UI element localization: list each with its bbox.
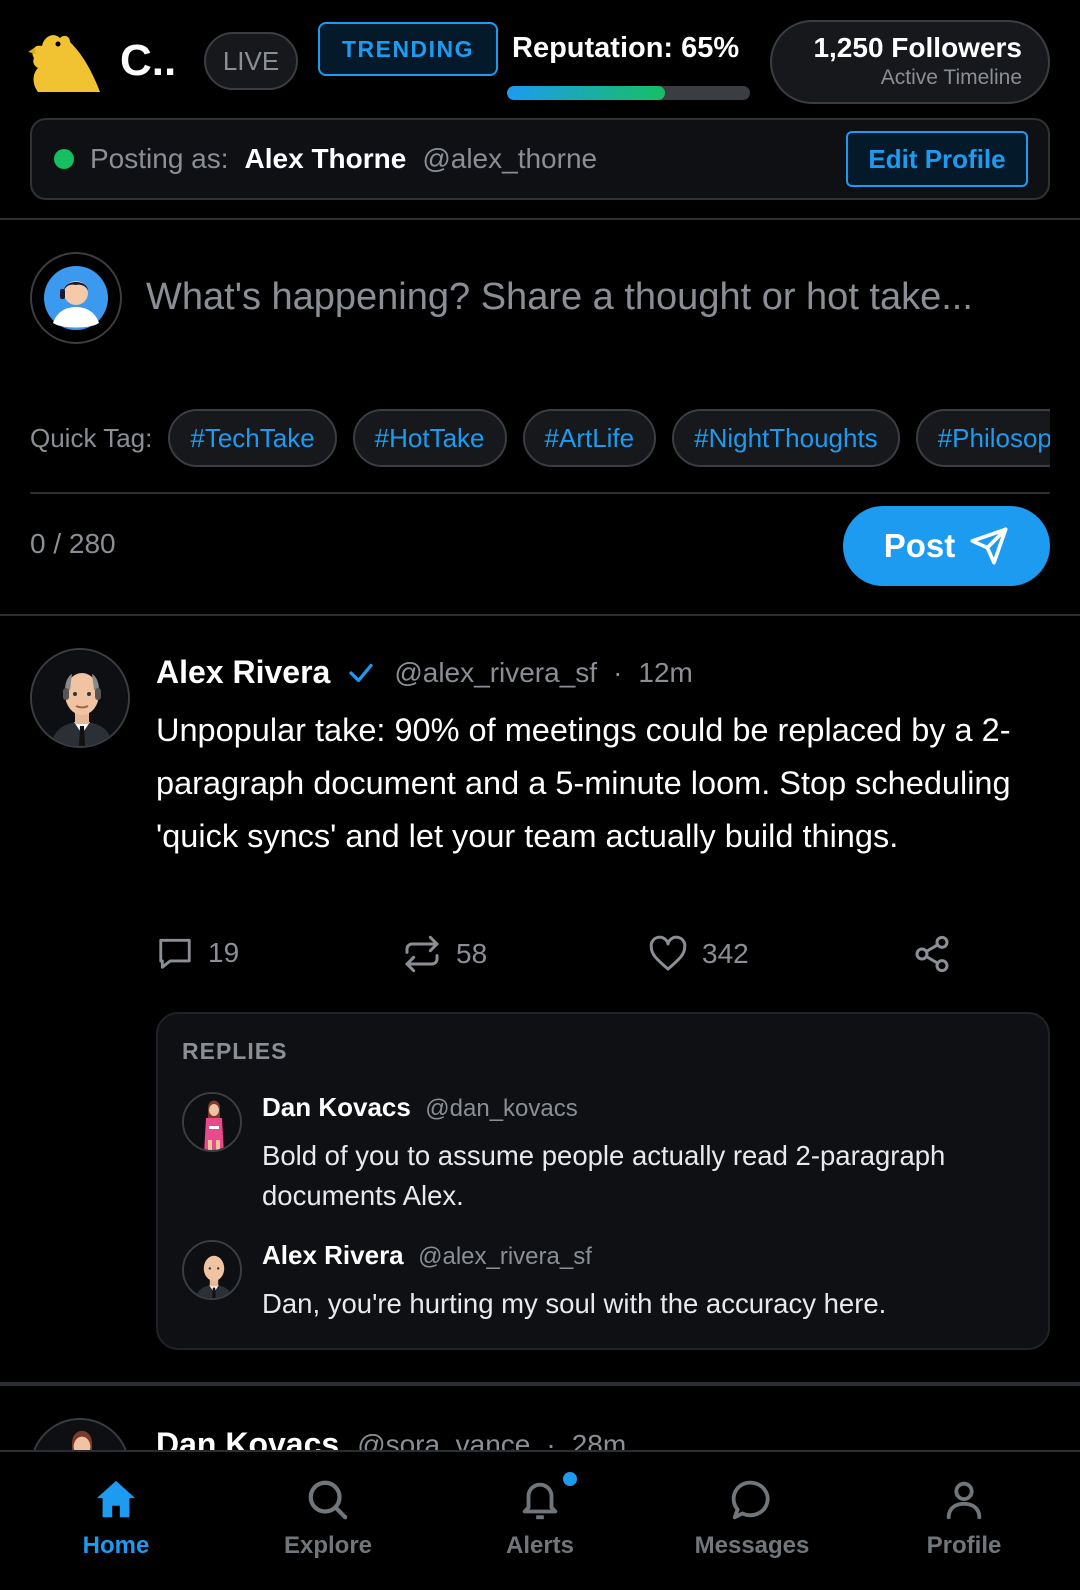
reply-header: Dan Kovacs @dan_kovacs <box>262 1092 578 1123</box>
nav-profile[interactable]: Profile <box>884 1474 1044 1560</box>
post-button[interactable]: Post <box>843 506 1050 586</box>
post-button-label: Post <box>883 527 956 564</box>
edit-profile-button[interactable]: Edit Profile <box>846 131 1028 187</box>
tag-chip-nightthoughts[interactable]: #NightThoughts <box>672 409 900 467</box>
home-icon <box>96 1480 136 1518</box>
nav-alerts[interactable]: Alerts <box>460 1472 620 1560</box>
notification-dot <box>563 1472 577 1486</box>
search-icon <box>308 1480 348 1520</box>
user-icon <box>946 1481 982 1520</box>
character-count: 0 / 280 <box>30 528 116 559</box>
replies-box: REPLIES Dan Kovacs @dan_kovacs Bold of y… <box>156 1012 1050 1350</box>
nav-explore[interactable]: Explore <box>248 1474 408 1560</box>
app-frame: C.. LIVE TRENDING Reputation: 65% 1,250 … <box>0 0 1080 1590</box>
comment-icon <box>159 938 191 969</box>
post-author-handle[interactable]: @alex_rivera_sf <box>394 657 597 689</box>
post-timestamp: 12m <box>638 656 693 688</box>
share-action[interactable] <box>912 934 952 974</box>
followers-subtitle: Active Timeline <box>880 66 1022 89</box>
woman-avatar-icon <box>32 1420 128 1452</box>
tag-chip-artlife[interactable]: #ArtLife <box>522 409 657 467</box>
reply-author-handle[interactable]: @alex_rivera_sf <box>418 1243 592 1270</box>
post-author-name[interactable]: Dan Kovacs <box>156 1426 339 1452</box>
nav-messages-label: Messages <box>694 1532 810 1559</box>
post-body: Unpopular take: 90% of meetings could be… <box>156 712 1011 854</box>
bell-icon <box>522 1482 558 1520</box>
bottom-nav: Home Explore Alerts Messages Profile <box>0 1450 1080 1590</box>
reply-author-handle[interactable]: @dan_kovacs <box>425 1095 577 1122</box>
like-count: 342 <box>702 938 749 969</box>
tag-chip-techtake[interactable]: #TechTake <box>168 409 337 467</box>
reply-author-avatar[interactable] <box>182 1240 242 1300</box>
repost-icon <box>405 935 439 973</box>
composer-divider <box>30 492 1050 494</box>
post-header: Dan Kovacs @sora_vance · 28m <box>156 1426 626 1452</box>
posting-as-bar: Posting as: Alex Thorne @alex_thorne Edi… <box>30 118 1050 200</box>
replies-header: REPLIES <box>182 1038 288 1064</box>
repost-action[interactable]: 58 <box>402 934 487 974</box>
like-action[interactable]: 342 <box>648 934 749 974</box>
user-avatar-icon <box>44 266 108 330</box>
reply-author-name[interactable]: Alex Rivera <box>262 1240 404 1270</box>
reply-header: Alex Rivera @alex_rivera_sf <box>262 1240 592 1271</box>
posting-as-handle: @alex_thorne <box>422 143 598 174</box>
reply-text: Dan, you're hurting my soul with the acc… <box>262 1288 887 1319</box>
nav-explore-label: Explore <box>283 1532 373 1559</box>
composer: Quick Tag: #TechTake #HotTake #ArtLife #… <box>0 222 1080 616</box>
repost-count: 58 <box>456 938 488 969</box>
post-author-avatar[interactable] <box>30 648 130 748</box>
nav-home[interactable]: Home <box>36 1474 196 1560</box>
composer-avatar[interactable] <box>30 252 122 344</box>
posting-as-label: Posting as: <box>90 143 229 174</box>
post-actions: 19 58 342 <box>156 934 976 978</box>
reply-author-name[interactable]: Dan Kovacs <box>262 1092 411 1122</box>
post-separator: · <box>613 656 623 688</box>
post-author-handle[interactable]: @sora_vance <box>357 1429 530 1453</box>
reply-count: 19 <box>208 937 240 968</box>
reputation-label: Reputation: 65% <box>512 32 740 64</box>
tag-chip-philosophy[interactable]: #Philosophy <box>915 409 1050 467</box>
app-name: C.. <box>120 36 177 85</box>
post-timestamp: 28m <box>571 1428 627 1453</box>
feed-post-partial: Dan Kovacs @sora_vance · 28m <box>0 1390 1080 1452</box>
live-indicator[interactable]: LIVE <box>204 32 298 90</box>
nav-profile-label: Profile <box>926 1532 1002 1559</box>
top-header: C.. LIVE TRENDING Reputation: 65% 1,250 … <box>0 0 1080 220</box>
tag-chip-hottake[interactable]: #HotTake <box>352 409 507 467</box>
nav-home-label: Home <box>82 1532 150 1559</box>
composer-input[interactable] <box>146 252 1046 342</box>
feed-post: Alex Rivera @alex_rivera_sf · 12m Unpopu… <box>0 618 1080 1386</box>
verified-check-icon <box>346 658 376 688</box>
bird-logo-icon <box>28 35 100 92</box>
man-avatar-icon <box>32 650 128 746</box>
chat-icon <box>731 1480 770 1520</box>
send-icon <box>970 527 1008 565</box>
man-avatar-icon <box>184 1242 240 1298</box>
reputation-progress <box>507 86 750 100</box>
woman-avatar-icon <box>184 1094 240 1150</box>
heart-icon <box>649 935 687 971</box>
nav-messages[interactable]: Messages <box>672 1474 832 1560</box>
reply-action[interactable]: 19 <box>156 934 239 972</box>
online-status-dot <box>54 149 74 169</box>
reputation-progress-fill <box>507 86 665 100</box>
post-separator: · <box>546 1428 556 1453</box>
quick-tag-row: Quick Tag: #TechTake #HotTake #ArtLife #… <box>30 408 1050 468</box>
nav-alerts-label: Alerts <box>505 1532 575 1559</box>
quick-tag-label: Quick Tag: <box>30 422 153 453</box>
posting-as-name: Alex Thorne <box>244 143 407 174</box>
reply-text: Bold of you to assume people actually re… <box>262 1140 946 1211</box>
post-author-name[interactable]: Alex Rivera <box>156 654 330 691</box>
trending-badge[interactable]: TRENDING <box>318 22 498 76</box>
followers-pill[interactable]: 1,250 Followers Active Timeline <box>770 20 1050 104</box>
followers-count: 1,250 Followers <box>813 32 1022 63</box>
post-author-avatar[interactable] <box>30 1418 130 1452</box>
share-icon <box>915 935 949 973</box>
post-header: Alex Rivera @alex_rivera_sf · 12m <box>156 654 693 691</box>
reply-author-avatar[interactable] <box>182 1092 242 1152</box>
